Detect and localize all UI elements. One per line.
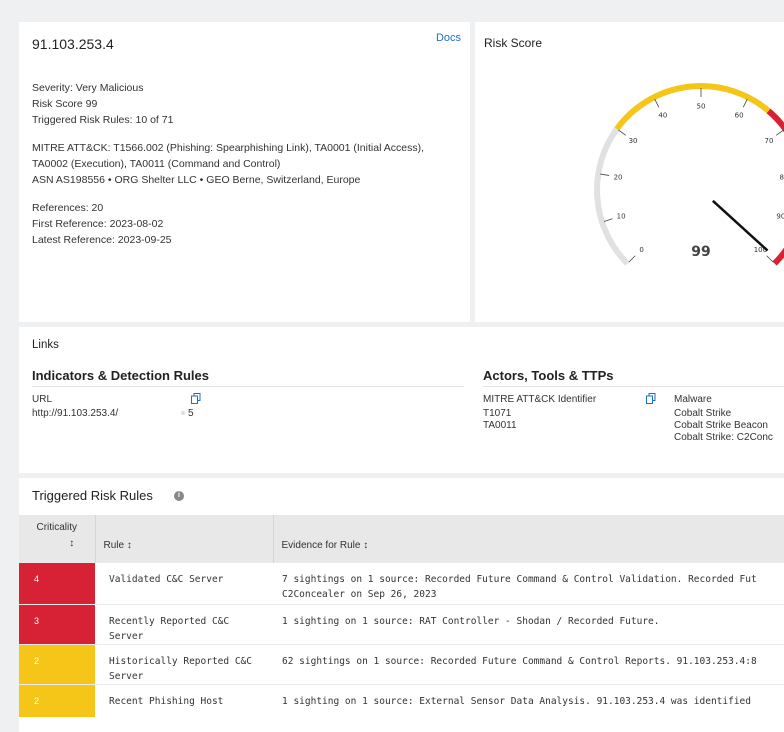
criticality-cell: 2 — [19, 684, 95, 717]
links-panel: Links Indicators & Detection Rules URL h… — [19, 327, 784, 473]
info-icon[interactable]: i — [174, 491, 184, 501]
table-row[interactable]: 3 Recently Reported C&C Server 1 sighting o… — [19, 604, 784, 645]
evidence-line-1: 7 sightings on 1 source: Recorded Future… — [282, 574, 757, 585]
table-row[interactable]: 2 Historically Reported C&C Server 62 sight… — [19, 644, 784, 685]
malware-item[interactable]: Cobalt Strike: C2Conc — [674, 432, 773, 444]
evidence-cell: 62 sightings on 1 source: Recorded Futur… — [273, 644, 784, 685]
malware-item[interactable]: Cobalt Strike — [674, 408, 731, 420]
asn-text: ASN AS198556 • ORG Shelter LLC • GEO Ber… — [32, 174, 361, 186]
actors-divider — [483, 386, 784, 387]
links-title: Links — [32, 339, 59, 351]
criticality-column-header[interactable]: Criticality ↕ — [19, 515, 96, 563]
gauge-tick-label: 40 — [658, 112, 667, 120]
actors-section-title: Actors, Tools & TTPs — [483, 368, 614, 383]
gauge-needle — [711, 199, 769, 252]
sort-icon: ↕ — [69, 538, 75, 549]
mitre-text-line-2: TA0002 (Execution), TA0011 (Command and … — [32, 158, 281, 170]
gauge-band-medium — [614, 83, 771, 131]
ip-summary-panel: 91.103.253.4 Docs Severity: Very Malicio… — [19, 22, 470, 322]
copy-icon[interactable] — [191, 393, 201, 404]
rule-name-line-2: Server — [109, 671, 144, 682]
gauge-tick-mark — [603, 218, 613, 222]
gauge-tick-label: 90 — [776, 212, 784, 220]
criticality-header-label: Criticality — [36, 522, 78, 533]
indicator-count: 5 — [181, 408, 194, 419]
gauge-tick-label: 60 — [735, 112, 744, 120]
rule-name-line-1: Historically Reported C&C — [109, 656, 252, 667]
first-reference-text: First Reference: 2023-08-02 — [32, 218, 164, 230]
criticality-cell: 2 — [19, 644, 95, 685]
malware-item[interactable]: Cobalt Strike Beacon — [674, 420, 768, 432]
mitre-identifier-label: MITRE ATT&CK Identifier — [483, 394, 597, 405]
gauge-tick-mark — [776, 129, 784, 136]
table-row[interactable]: 4 Validated C&C Server 7 sightings on 1 so… — [19, 562, 784, 605]
gauge-tick-label: 10 — [617, 212, 626, 220]
triggered-rules-title: Triggered Risk Rules — [32, 488, 153, 503]
count-dot-icon — [181, 411, 185, 416]
gauge-tick-label: 20 — [614, 173, 623, 181]
table-row[interactable]: 2 Recent Phishing Host 1 sighting on 1 sou… — [19, 684, 784, 717]
mitre-id-item[interactable]: T1071 — [483, 408, 511, 420]
rule-column-header[interactable]: Rule ↕ — [95, 515, 274, 563]
gauge-score-value: 99 — [691, 244, 710, 260]
rule-cell: Recent Phishing Host — [95, 684, 273, 717]
docs-link[interactable]: Docs — [436, 32, 461, 44]
table-header-row: Criticality ↕ Rule ↕ Evidence for Rule ↕ — [19, 515, 784, 563]
evidence-cell: 1 sighting on 1 source: External Sensor … — [273, 684, 784, 717]
mitre-text-line-1: MITRE ATT&CK: T1566.002 (Phishing: Spear… — [32, 142, 424, 154]
indicators-divider — [32, 386, 464, 387]
gauge-tick-label: 0 — [639, 246, 643, 254]
malware-label: Malware — [674, 394, 712, 405]
evidence-cell: 7 sightings on 1 source: Recorded Future… — [273, 562, 784, 605]
gauge-tick-mark — [618, 129, 626, 136]
references-text: References: 20 — [32, 202, 104, 214]
gauge-tick-label: 30 — [629, 137, 638, 145]
rules-table: Criticality ↕ Rule ↕ Evidence for Rule ↕ … — [19, 515, 784, 717]
gauge-band-high — [766, 108, 784, 266]
gauge-tick-label: 80 — [780, 173, 784, 181]
evidence-cell: 1 sighting on 1 source: RAT Controller -… — [273, 604, 784, 645]
gauge-tick-mark — [766, 255, 774, 263]
indicator-url[interactable]: http://91.103.253.4/ — [32, 408, 118, 420]
severity-text: Severity: Very Malicious — [32, 82, 144, 94]
evidence-line-1: 1 sighting on 1 source: RAT Controller -… — [282, 616, 660, 627]
gauge-tick-mark — [742, 98, 748, 108]
gauge-tick-mark — [600, 173, 610, 176]
gauge-tick-label: 50 — [697, 103, 706, 111]
gauge-tick-mark — [628, 255, 636, 263]
triggered-rules-panel: Triggered Risk Rules i Criticality ↕ Rule… — [19, 478, 784, 732]
gauge-tick-mark — [654, 98, 660, 108]
rule-cell: Recently Reported C&C Server — [95, 604, 273, 645]
evidence-line-2: C2Concealer on Sep 26, 2023 — [282, 589, 437, 600]
evidence-line-1: 1 sighting on 1 source: External Sensor … — [282, 696, 751, 707]
url-type-label: URL — [32, 394, 53, 405]
rule-cell: Historically Reported C&C Server — [95, 644, 273, 685]
gauge-tick-label: 70 — [764, 137, 773, 145]
risk-score-panel: Risk Score 010203040506070809010099 — [475, 22, 784, 322]
copy-icon[interactable] — [646, 393, 656, 404]
risk-gauge: 010203040506070809010099 — [594, 83, 784, 266]
rule-name-line-2: Server — [109, 631, 144, 642]
criticality-cell: 4 — [19, 562, 95, 605]
evidence-column-header[interactable]: Evidence for Rule ↕ — [273, 515, 784, 563]
indicators-section-title: Indicators & Detection Rules — [32, 368, 209, 383]
rule-name-line-1: Recent Phishing Host — [109, 696, 224, 707]
latest-reference-text: Latest Reference: 2023-09-25 — [32, 234, 172, 246]
ip-title: 91.103.253.4 — [32, 36, 114, 52]
criticality-cell: 3 — [19, 604, 95, 645]
rule-name-line-1: Recently Reported C&C — [109, 616, 230, 627]
indicator-count-value: 5 — [188, 408, 194, 419]
risk-score-text: Risk Score 99 — [32, 98, 98, 110]
gauge-band-low — [594, 127, 630, 266]
evidence-line-1: 62 sightings on 1 source: Recorded Futur… — [282, 656, 757, 667]
rule-name-line-1: Validated C&C Server — [109, 574, 224, 585]
rule-cell: Validated C&C Server — [95, 562, 273, 605]
triggered-rules-text: Triggered Risk Rules: 10 of 71 — [32, 114, 174, 126]
mitre-id-item[interactable]: TA0011 — [483, 420, 517, 432]
